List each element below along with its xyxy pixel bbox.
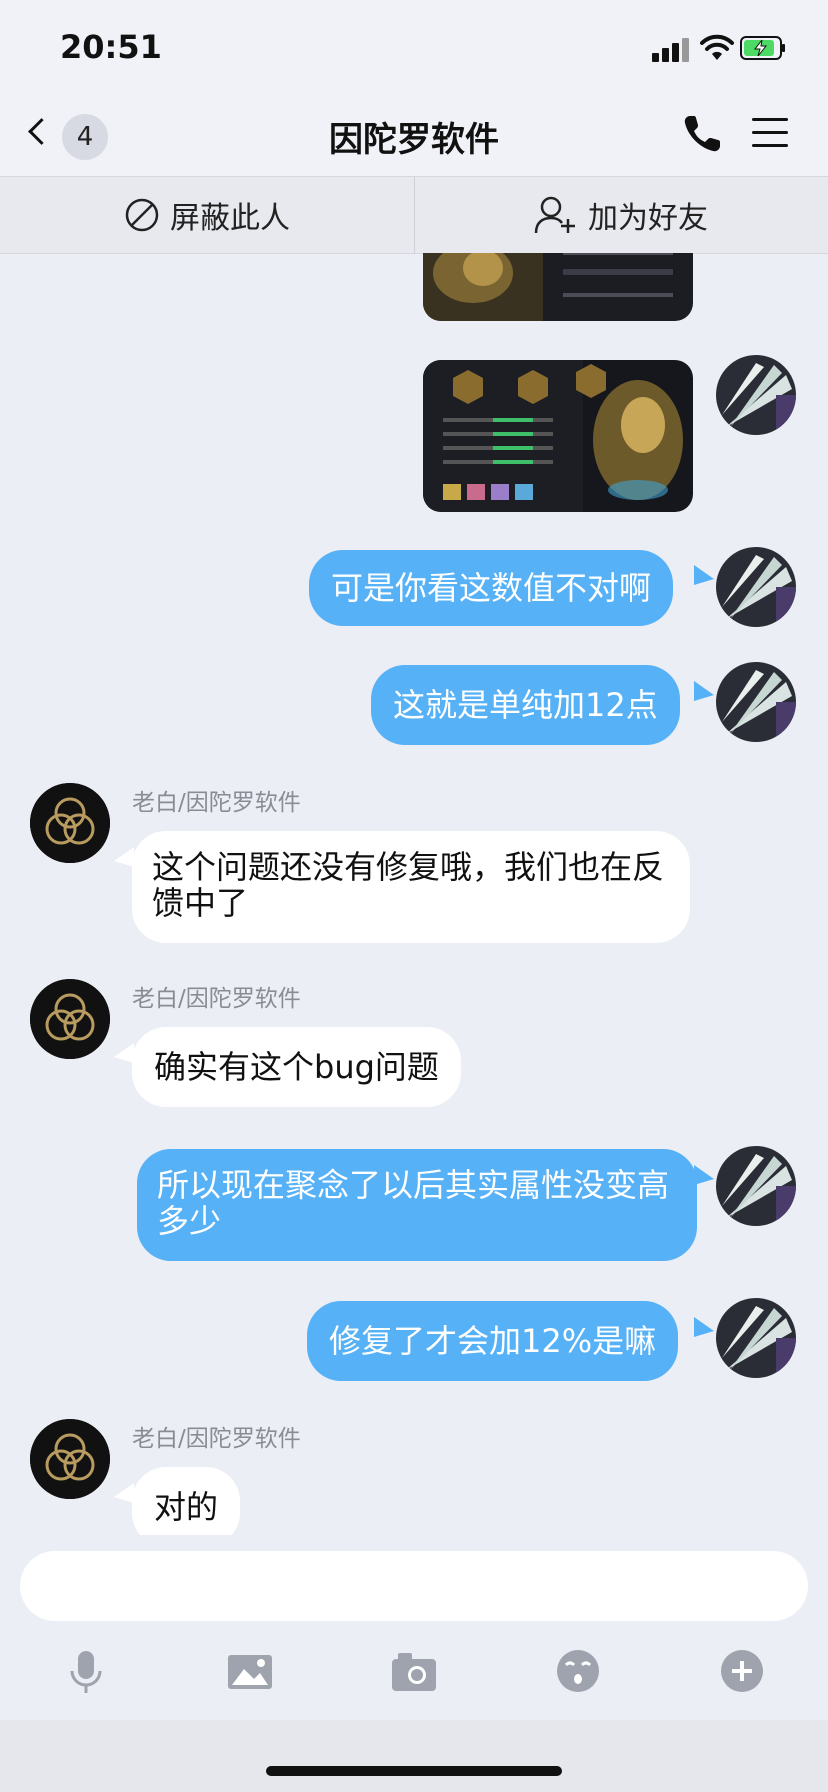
image-icon[interactable] <box>226 1647 274 1695</box>
add-friend-button[interactable]: 加为好友 <box>414 177 828 253</box>
my-avatar[interactable] <box>716 1146 796 1226</box>
game-screenshot-image <box>423 253 693 321</box>
status-time: 20:51 <box>60 28 162 66</box>
message-text: 这个问题还没有修复哦，我们也在反馈中了 <box>152 848 665 922</box>
image-message[interactable] <box>423 253 693 321</box>
bubble-tail <box>694 681 714 701</box>
input-area <box>0 1535 828 1720</box>
battery-charging-icon <box>740 36 785 60</box>
bubble-tail <box>694 1317 714 1337</box>
triquetra-logo-icon <box>30 979 110 1059</box>
message-text: 可是你看这数值不对啊 <box>331 569 652 607</box>
home-area <box>0 1720 828 1792</box>
bubble-tail <box>114 1043 134 1063</box>
triquetra-logo-icon <box>30 783 110 863</box>
menu-icon[interactable] <box>752 116 788 150</box>
bubble-tail <box>694 565 714 585</box>
message-input[interactable] <box>20 1551 808 1621</box>
contact-avatar[interactable] <box>30 783 110 863</box>
sender-name: 老白/因陀罗软件 <box>132 986 301 1012</box>
phone-icon[interactable] <box>680 112 724 156</box>
home-indicator[interactable] <box>266 1766 562 1776</box>
message-text: 确实有这个bug问题 <box>154 1048 439 1086</box>
triquetra-logo-icon <box>30 1419 110 1499</box>
outgoing-message-bubble[interactable]: 可是你看这数值不对啊 <box>309 550 674 626</box>
outgoing-message-bubble[interactable]: 修复了才会加12%是嘛 <box>307 1301 679 1381</box>
nav-bar: 4 因陀罗软件 <box>0 96 828 176</box>
contact-avatar[interactable] <box>30 979 110 1059</box>
block-user-button[interactable]: 屏蔽此人 <box>0 177 414 253</box>
bubble-tail <box>694 1165 714 1185</box>
contact-avatar[interactable] <box>30 1419 110 1499</box>
wifi-icon <box>700 34 734 60</box>
bubble-tail <box>114 1483 134 1503</box>
avatar-image <box>716 355 796 435</box>
message-text: 这就是单纯加12点 <box>393 686 658 724</box>
outgoing-message-bubble[interactable]: 这就是单纯加12点 <box>371 665 680 745</box>
incoming-message-bubble[interactable]: 对的 <box>132 1467 241 1535</box>
message-text: 对的 <box>154 1488 219 1526</box>
status-bar: 20:51 <box>0 0 828 96</box>
avatar-image <box>716 547 796 627</box>
chat-messages[interactable]: 可是你看这数值不对啊 这就是单纯加12点 老白/因陀罗软件 这个问题还没有修复哦… <box>0 253 828 1535</box>
emoji-icon[interactable] <box>554 1647 602 1695</box>
message-text: 所以现在聚念了以后其实属性没变高多少 <box>157 1166 670 1240</box>
avatar-image <box>716 1298 796 1378</box>
my-avatar[interactable] <box>716 547 796 627</box>
microphone-icon[interactable] <box>62 1647 110 1695</box>
sender-name: 老白/因陀罗软件 <box>132 790 301 816</box>
add-user-icon <box>534 196 575 234</box>
camera-icon[interactable] <box>390 1647 438 1695</box>
image-message[interactable] <box>423 360 693 512</box>
sender-name: 老白/因陀罗软件 <box>132 1426 301 1452</box>
incoming-message-bubble[interactable]: 这个问题还没有修复哦，我们也在反馈中了 <box>132 831 690 943</box>
bubble-tail <box>114 847 134 867</box>
message-text: 修复了才会加12%是嘛 <box>329 1322 657 1360</box>
my-avatar[interactable] <box>716 662 796 742</box>
action-bar: 屏蔽此人 加为好友 <box>0 176 828 254</box>
incoming-message-bubble[interactable]: 确实有这个bug问题 <box>132 1027 461 1107</box>
outgoing-message-bubble[interactable]: 所以现在聚念了以后其实属性没变高多少 <box>137 1149 697 1261</box>
cellular-signal-icon <box>652 36 692 62</box>
block-user-label: 屏蔽此人 <box>170 201 290 236</box>
my-avatar[interactable] <box>716 1298 796 1378</box>
avatar-image <box>716 662 796 742</box>
avatar-image <box>716 1146 796 1226</box>
game-screenshot-image <box>423 360 693 512</box>
my-avatar[interactable] <box>716 355 796 435</box>
add-friend-label: 加为好友 <box>588 201 708 236</box>
block-icon <box>125 198 159 232</box>
plus-icon[interactable] <box>718 1647 766 1695</box>
